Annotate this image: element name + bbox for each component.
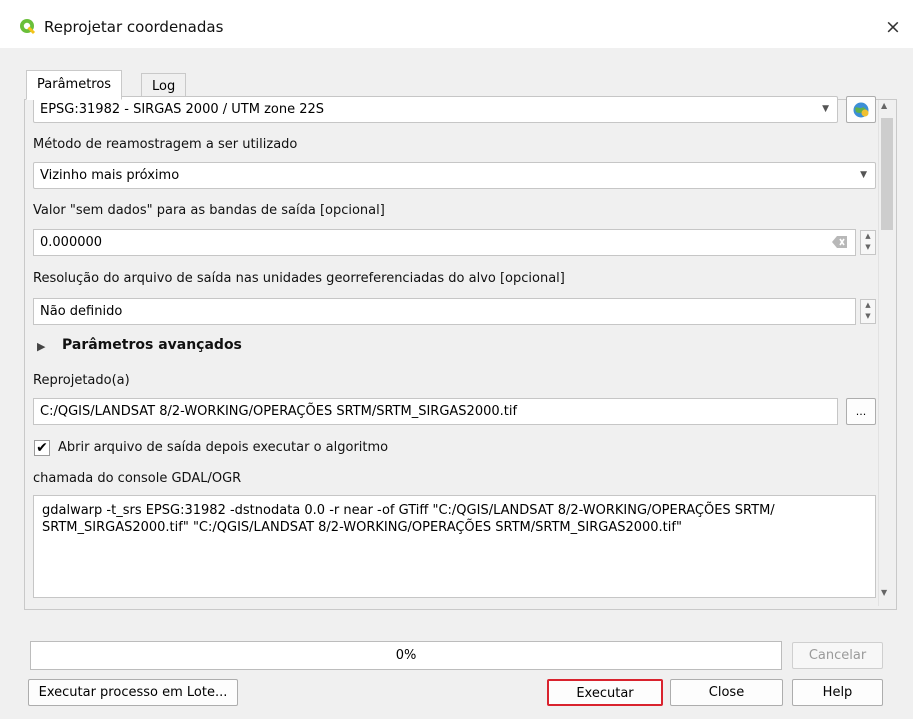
nodata-input[interactable]: 0.000000 (33, 229, 856, 256)
help-button[interactable]: Help (792, 679, 883, 706)
resampling-label: Método de reamostragem a ser utilizado (33, 137, 298, 152)
tab-parametros[interactable]: Parâmetros (26, 70, 123, 100)
console-command-text[interactable]: gdalwarp -t_srs EPSG:31982 -dstnodata 0.… (33, 495, 876, 598)
crs-selector-button[interactable] (846, 96, 876, 123)
browse-button[interactable]: ... (846, 398, 876, 425)
resolution-spinner[interactable]: ▲ ▼ (860, 299, 876, 324)
nodata-label: Valor "sem dados" para as bandas de saíd… (33, 203, 385, 218)
globe-icon (853, 102, 869, 118)
clear-icon[interactable] (832, 235, 848, 249)
run-button[interactable]: Executar (547, 679, 663, 706)
console-label: chamada do console GDAL/OGR (33, 471, 242, 486)
output-label: Reprojetado(a) (33, 373, 130, 388)
qgis-icon (19, 18, 36, 35)
resampling-value: Vizinho mais próximo (40, 168, 180, 183)
progress-label: 0% (395, 648, 417, 663)
expand-arrow-icon[interactable]: ▶ (37, 340, 45, 353)
window-title: Reprojetar coordenadas (44, 18, 224, 36)
output-path-value: C:/QGIS/LANDSAT 8/2-WORKING/OPERAÇÕES SR… (40, 404, 518, 419)
cancel-button[interactable]: Cancelar (792, 642, 883, 669)
advanced-parameters-toggle[interactable]: Parâmetros avançados (62, 337, 242, 353)
chevron-down-icon: ▼ (822, 104, 829, 114)
nodata-spinner[interactable]: ▲ ▼ (860, 230, 876, 255)
target-crs-value: EPSG:31982 - SIRGAS 2000 / UTM zone 22S (40, 102, 325, 117)
resolution-input[interactable]: Não definido (33, 298, 856, 325)
open-output-label: Abrir arquivo de saída depois executar o… (58, 440, 389, 455)
resampling-select[interactable]: Vizinho mais próximo ▼ (33, 162, 876, 189)
batch-process-button[interactable]: Executar processo em Lote... (28, 679, 238, 706)
output-path-input[interactable]: C:/QGIS/LANDSAT 8/2-WORKING/OPERAÇÕES SR… (33, 398, 838, 425)
scrollbar-thumb[interactable] (881, 118, 893, 230)
nodata-value: 0.000000 (40, 235, 103, 250)
close-icon[interactable]: × (882, 16, 904, 38)
scroll-down-icon[interactable]: ▼ (881, 588, 887, 597)
progress-bar: 0% (30, 641, 782, 670)
target-crs-select[interactable]: EPSG:31982 - SIRGAS 2000 / UTM zone 22S … (33, 96, 838, 123)
open-output-checkbox[interactable]: ✔ (34, 440, 50, 456)
close-button[interactable]: Close (670, 679, 783, 706)
resolution-label: Resolução do arquivo de saída nas unidad… (33, 271, 565, 286)
checkmark-icon: ✔ (36, 440, 48, 456)
chevron-down-icon: ▼ (860, 170, 867, 180)
scroll-up-icon[interactable]: ▲ (881, 101, 887, 110)
resolution-value: Não definido (40, 304, 123, 319)
